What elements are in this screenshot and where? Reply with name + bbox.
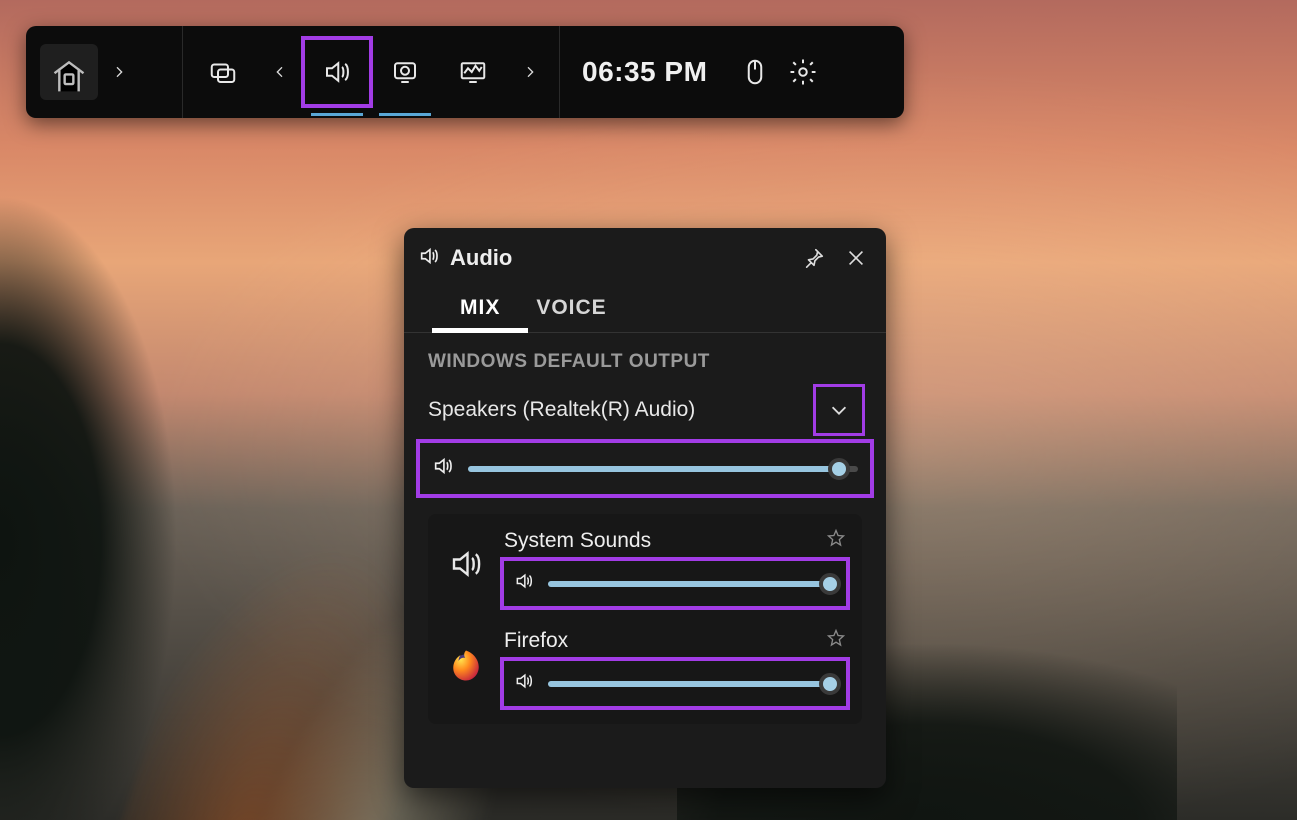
toolbar-chevron-right-1[interactable] — [98, 42, 140, 102]
volume-icon — [432, 455, 454, 482]
toolbar-clock: 06:35 PM — [560, 56, 729, 88]
decor-trees-left — [0, 120, 280, 820]
capture-widget-button[interactable] — [375, 42, 435, 102]
apps-mixer: System Sounds — [428, 514, 862, 724]
app-row-firefox: Firefox — [444, 628, 846, 706]
audio-panel: Audio MIX VOICE WINDOWS DEFAULT OUTPUT S… — [404, 228, 886, 788]
output-device-name: Speakers (Realtek(R) Audio) — [428, 398, 695, 422]
app-volume-track[interactable] — [548, 681, 836, 687]
pin-button[interactable] — [798, 242, 830, 274]
output-section-label: WINDOWS DEFAULT OUTPUT — [428, 351, 862, 373]
master-volume-track[interactable] — [468, 466, 858, 472]
favorite-button[interactable] — [826, 628, 846, 653]
widgets-button[interactable] — [193, 42, 253, 102]
volume-icon — [514, 571, 534, 596]
performance-widget-button[interactable] — [443, 42, 503, 102]
speaker-icon — [418, 245, 440, 272]
tab-mix[interactable]: MIX — [460, 290, 500, 332]
toolbar-chevron-right-2[interactable] — [511, 42, 549, 102]
app-volume-slider-firefox[interactable] — [504, 661, 846, 706]
panel-tabs: MIX VOICE — [404, 284, 886, 333]
master-volume-slider[interactable] — [420, 443, 870, 494]
volume-icon — [514, 671, 534, 696]
app-name-label: Firefox — [504, 629, 568, 653]
app-name-label: System Sounds — [504, 529, 651, 553]
gamebar-toolbar: 06:35 PM — [26, 26, 904, 118]
app-row-system-sounds: System Sounds — [444, 528, 846, 606]
system-sounds-icon — [444, 542, 488, 586]
xbox-home-button[interactable] — [40, 44, 98, 100]
mouse-indicator-icon[interactable] — [735, 42, 775, 102]
toolbar-chevron-left[interactable] — [261, 42, 299, 102]
audio-widget-button[interactable] — [307, 42, 367, 102]
tab-voice[interactable]: VOICE — [536, 290, 606, 332]
output-device-dropdown[interactable] — [816, 387, 862, 433]
close-button[interactable] — [840, 242, 872, 274]
panel-header: Audio — [404, 228, 886, 284]
panel-title: Audio — [450, 245, 788, 271]
output-section: WINDOWS DEFAULT OUTPUT Speakers (Realtek… — [404, 333, 886, 724]
app-volume-track[interactable] — [548, 581, 836, 587]
app-volume-slider-system-sounds[interactable] — [504, 561, 846, 606]
settings-button[interactable] — [781, 42, 825, 102]
favorite-button[interactable] — [826, 528, 846, 553]
firefox-icon — [444, 642, 488, 686]
